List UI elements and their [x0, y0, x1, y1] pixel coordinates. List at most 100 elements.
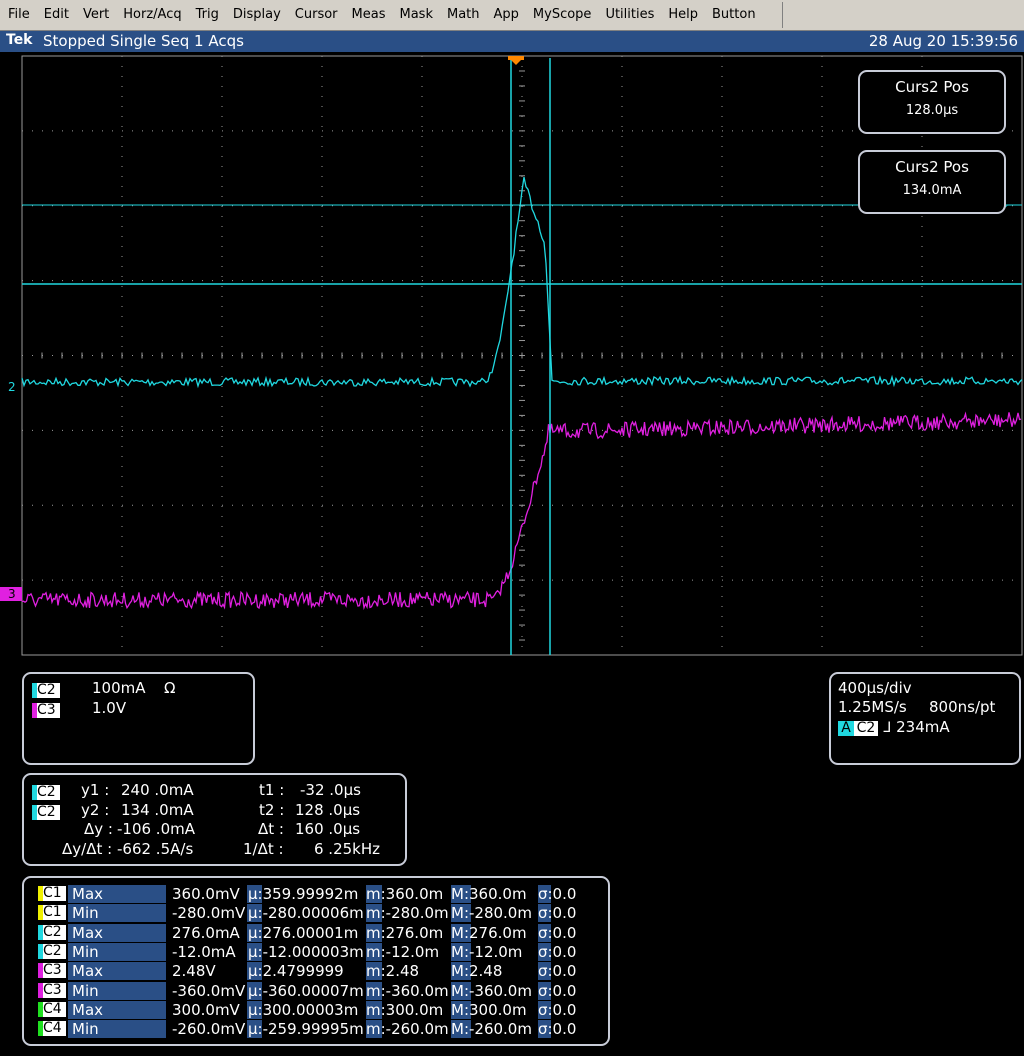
measurement-row[interactable]: C1 Max 360.0mV µ:359.99992m m:360.0m M:360.0m…: [38, 885, 576, 903]
y1-label: y1 :: [81, 781, 110, 799]
meas-channel-badge: C2: [38, 924, 66, 940]
meas-std: σ:0.0: [538, 962, 577, 981]
menu-item-button[interactable]: Button: [704, 0, 762, 30]
menu-item-utilities[interactable]: Utilities: [597, 0, 660, 30]
dydt-value: -662 .5A/s: [117, 840, 194, 858]
measurement-row[interactable]: C4 Min -260.0mV µ:-259.99995m m:-260.0m M:-26…: [38, 1020, 576, 1039]
menu-separator: [782, 2, 783, 28]
cursor-readout-panel[interactable]: C2 y1 : 240 .0mA C2 y2 : 134 .0mA Δy : -…: [22, 773, 407, 866]
delta-t-value: 160 .0µs: [295, 820, 361, 838]
meas-type: Max: [68, 885, 166, 903]
cursor-pos-readout-2[interactable]: Curs2 Pos 134.0mA: [858, 150, 1006, 214]
menu-item-math[interactable]: Math: [439, 0, 486, 30]
meas-type: Min: [68, 904, 166, 923]
trigger-mode-badge: A: [838, 721, 854, 736]
measurement-row[interactable]: C4 Max 300.0mV µ:300.00003m m:300.0m M:300.0m…: [38, 1000, 576, 1019]
menu-item-vert[interactable]: Vert: [75, 0, 115, 30]
ch3-vertical-row: C3 1.0V: [32, 699, 126, 718]
meas-max: M:-12.0m: [451, 942, 523, 961]
meas-value: 300.0mV: [172, 1000, 240, 1019]
vertical-settings-panel[interactable]: C2 100mA Ω C3 1.0V: [22, 672, 255, 765]
meas-value: 2.48V: [172, 962, 216, 981]
t2-value: 128 .0µs: [295, 801, 361, 819]
meas-channel-badge: C3: [38, 982, 66, 998]
ch2-ground-marker: 2: [8, 380, 16, 394]
y1-badge: C2: [32, 785, 60, 800]
meas-min: m:-360.0m: [366, 981, 449, 1000]
menu-item-display[interactable]: Display: [225, 0, 287, 30]
measurement-row[interactable]: C2 Max 276.0mA µ:276.00001m m:276.0m M:276.0m…: [38, 923, 576, 942]
meas-std: σ:0.0: [538, 981, 577, 1000]
status-bar: Tek Stopped Single Seq 1 Acqs 28 Aug 20 …: [0, 31, 1024, 52]
meas-value: -280.0mV: [172, 904, 246, 923]
measurement-panel[interactable]: C1 Max 360.0mV µ:359.99992m m:360.0m M:360.0m…: [22, 876, 610, 1046]
meas-min: m:-280.0m: [366, 904, 449, 923]
meas-min: m:2.48: [366, 962, 420, 981]
horizontal-settings-panel[interactable]: 400µs/div 1.25MS/s 800ns/pt A C2 ᒧ 234mA: [829, 672, 1021, 765]
cursor-pos-value: 128.0µs: [905, 103, 959, 118]
measurement-row[interactable]: C3 Max 2.48V µ:2.4799999 m:2.48 M:2.48 σ:0.0: [38, 962, 576, 981]
menu-bar: File Edit Vert Horz/Acq Trig Display Cursor Mea…: [0, 0, 1024, 31]
meas-type: Max: [68, 923, 166, 942]
measurement-row[interactable]: C1 Min -280.0mV µ:-280.00006m m:-280.0m M:-28…: [38, 904, 576, 923]
menu-item-app[interactable]: App: [486, 0, 525, 30]
menu-item-horz-acq[interactable]: Horz/Acq: [115, 0, 187, 30]
meas-value: 276.0mA: [172, 923, 240, 942]
ch2-scale: 100mA: [92, 679, 146, 697]
meas-value: -360.0mV: [172, 981, 246, 1000]
ch3-badge: C3: [32, 703, 60, 718]
meas-value: -12.0mA: [172, 942, 236, 961]
ch3-marker-label: 3: [8, 587, 16, 601]
ch2-marker-label: 2: [8, 380, 16, 394]
t2-label: t2 :: [259, 801, 285, 819]
trigger-source-badge: C2: [854, 721, 878, 736]
meas-std: σ:0.0: [538, 942, 577, 961]
meas-type: Min: [68, 981, 166, 1000]
measurement-row[interactable]: C3 Min -360.0mV µ:-360.00007m m:-360.0m M:-36…: [38, 981, 576, 1000]
menu-item-mask[interactable]: Mask: [392, 0, 439, 30]
meas-mean: µ:359.99992m: [248, 885, 359, 903]
record-resolution: 800ns/pt: [929, 698, 996, 716]
t1-value: -32 .0µs: [300, 781, 361, 799]
graticule: [21, 55, 1023, 656]
cursor-pos-readout-1[interactable]: Curs2 Pos 128.0µs: [858, 70, 1006, 134]
meas-std: σ:0.0: [538, 1000, 577, 1019]
meas-max: M:276.0m: [451, 923, 527, 942]
trigger-level: 234mA: [896, 718, 950, 736]
menu-item-meas[interactable]: Meas: [344, 0, 392, 30]
sample-rate: 1.25MS/s: [838, 698, 907, 716]
meas-channel-badge: C3: [38, 963, 66, 979]
ch2-termination: Ω: [164, 679, 176, 697]
meas-min: m:-12.0m: [366, 942, 440, 961]
meas-std: σ:0.0: [538, 904, 577, 923]
meas-channel-badge: C1: [38, 905, 66, 921]
meas-mean: µ:300.00003m: [248, 1000, 359, 1019]
acquisition-status: Stopped Single Seq 1 Acqs: [43, 32, 244, 50]
menu-item-trig[interactable]: Trig: [188, 0, 225, 30]
menu-item-cursor[interactable]: Cursor: [287, 0, 344, 30]
menu-items: File Edit Vert Horz/Acq Trig Display Cursor Mea…: [0, 0, 782, 30]
meas-mean: µ:276.00001m: [248, 923, 359, 942]
menu-item-myscope[interactable]: MyScope: [525, 0, 598, 30]
menu-item-file[interactable]: File: [0, 0, 36, 30]
delta-y-value: -106 .0mA: [117, 820, 195, 838]
meas-min: m:-260.0m: [366, 1020, 449, 1039]
meas-value: -260.0mV: [172, 1020, 246, 1039]
inv-delta-t-label: 1/Δt :: [243, 840, 284, 858]
meas-channel-badge: C2: [38, 943, 66, 959]
delta-y-label: Δy :: [84, 820, 113, 838]
menu-item-help[interactable]: Help: [660, 0, 704, 30]
meas-value: 360.0mV: [172, 885, 240, 903]
t1-label: t1 :: [259, 781, 285, 799]
meas-max: M:360.0m: [451, 885, 527, 903]
cursor-y2-row: C2: [32, 802, 60, 820]
measurement-row[interactable]: C2 Min -12.0mA µ:-12.000003m m:-12.0m M:-12.0…: [38, 942, 576, 961]
ch3-waveform: [21, 411, 1022, 611]
meas-max: M:-280.0m: [451, 904, 532, 923]
menu-item-edit[interactable]: Edit: [36, 0, 75, 30]
meas-min: m:360.0m: [366, 885, 444, 903]
trigger-row: A C2 ᒧ 234mA: [838, 718, 950, 736]
waveform-display[interactable]: 2 3: [0, 52, 1024, 656]
timebase: 400µs/div: [838, 679, 912, 697]
meas-max: M:2.48: [451, 962, 503, 981]
